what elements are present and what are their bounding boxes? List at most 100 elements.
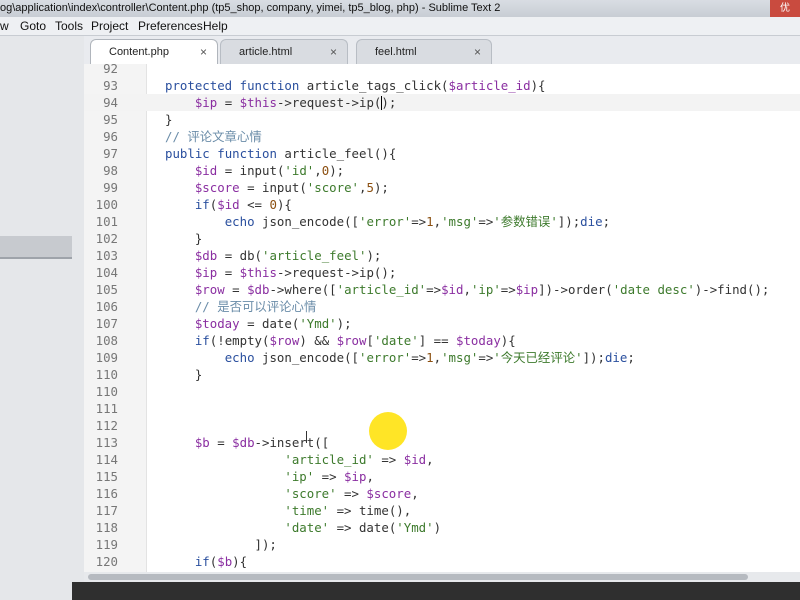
tab-label: article.html (239, 46, 293, 58)
code-text: 'ip' => $ip, (284, 469, 374, 484)
tab-bar: Content.php × article.html × feel.html × (84, 36, 800, 65)
code-text: 'score' => $score, (284, 486, 419, 501)
code-line[interactable]: 107 $today = date('Ymd'); (84, 315, 800, 332)
text-caret (381, 96, 382, 110)
code-line[interactable]: 116 'score' => $score, (84, 485, 800, 502)
code-line[interactable]: 120 if($b){ (84, 553, 800, 570)
line-number: 94 (103, 95, 118, 110)
menu-goto[interactable]: Goto (20, 17, 46, 35)
code-line[interactable]: 115 'ip' => $ip, (84, 468, 800, 485)
sidebar-panel (0, 36, 73, 600)
line-number: 104 (95, 265, 118, 280)
code-line[interactable]: 106 // 是否可以评论心情 (84, 298, 800, 315)
code-editor[interactable]: 92 93 protected function article_tags_clic… (84, 64, 800, 572)
code-line[interactable]: 99 $score = input('score',5); (84, 179, 800, 196)
menu-project[interactable]: Project (91, 17, 128, 35)
code-line[interactable]: 113 $b = $db->insert([ (84, 434, 800, 451)
line-number: 105 (95, 282, 118, 297)
line-number: 112 (95, 418, 118, 433)
close-icon[interactable]: × (330, 40, 337, 64)
code-text: 'date' => date('Ymd') (284, 520, 442, 535)
code-line[interactable]: 119 ]); (84, 536, 800, 553)
code-text: $db = db('article_feel'); (194, 248, 382, 263)
horizontal-scrollbar[interactable] (84, 572, 800, 582)
code-text: // 是否可以评论心情 (165, 299, 317, 314)
code-text: echo json_encode(['error'=>1,'msg'=>'参数错… (224, 214, 611, 229)
code-line[interactable]: 98 $id = input('id',0); (84, 162, 800, 179)
title-bar: og\application\index\controller\Content.… (0, 0, 800, 18)
code-line[interactable]: 109 echo json_encode(['error'=>1,'msg'=>… (84, 349, 800, 366)
close-icon[interactable]: × (474, 40, 481, 64)
code-line[interactable]: 118 'date' => date('Ymd') (84, 519, 800, 536)
line-number: 115 (95, 469, 118, 484)
code-text: $score = input('score',5); (194, 180, 389, 195)
code-text: $row = $db->where(['article_id'=>$id,'ip… (194, 282, 770, 297)
code-text: $ip = $this->request->ip(); (194, 95, 397, 110)
code-text: if($id <= 0){ (194, 197, 292, 212)
code-line[interactable]: 101 echo json_encode(['error'=>1,'msg'=>… (84, 213, 800, 230)
tab-label: feel.html (375, 46, 417, 58)
code-line[interactable]: 108 if(!empty($row) && $row['date'] == $… (84, 332, 800, 349)
status-bar (72, 582, 800, 600)
code-text: $ip = $this->request->ip(); (194, 265, 397, 280)
line-number: 95 (103, 112, 118, 127)
code-text: } (165, 231, 203, 246)
code-text: $today = date('Ymd'); (194, 316, 352, 331)
line-number: 116 (95, 486, 118, 501)
code-text: protected function article_tags_click($a… (165, 78, 546, 93)
code-line[interactable]: 97 public function article_feel(){ (84, 145, 800, 162)
tab-content-php[interactable]: Content.php × (90, 39, 218, 65)
line-number: 101 (95, 214, 118, 229)
line-number: 93 (103, 78, 118, 93)
sidebar-selection (0, 236, 72, 258)
line-number: 100 (95, 197, 118, 212)
line-number: 96 (103, 129, 118, 144)
tab-article-html[interactable]: article.html × (220, 39, 348, 64)
line-number: 99 (103, 180, 118, 195)
line-number: 114 (95, 452, 118, 467)
code-line[interactable]: 111 (84, 400, 800, 417)
code-line[interactable]: 96 // 评论文章心情 (84, 128, 800, 145)
code-text: if($b){ (194, 554, 248, 569)
window-title: og\application\index\controller\Content.… (0, 2, 501, 14)
line-number: 102 (95, 231, 118, 246)
code-line[interactable]: 93 protected function article_tags_click(… (84, 77, 800, 94)
code-text: $id = input('id',0); (194, 163, 345, 178)
close-icon[interactable]: × (200, 40, 207, 64)
code-line[interactable]: 104 $ip = $this->request->ip(); (84, 264, 800, 281)
code-text: // 评论文章心情 (165, 129, 262, 144)
code-line[interactable]: 112 (84, 417, 800, 434)
code-line[interactable]: 105 $row = $db->where(['article_id'=>$id… (84, 281, 800, 298)
code-line[interactable]: 103 $db = db('article_feel'); (84, 247, 800, 264)
code-line[interactable]: 94 $ip = $this->request->ip(); (84, 94, 800, 111)
code-line[interactable]: 110 } (84, 366, 800, 383)
ibeam-cursor (306, 431, 307, 443)
code-line[interactable]: 102 } (84, 230, 800, 247)
line-number: 108 (95, 333, 118, 348)
tab-label: Content.php (109, 46, 169, 58)
line-number: 119 (95, 537, 118, 552)
line-number: 110 (95, 367, 118, 382)
code-text: ]); (165, 537, 277, 552)
code-text: if(!empty($row) && $row['date'] == $toda… (194, 333, 516, 348)
corner-badge: 优 (770, 0, 800, 17)
code-line[interactable]: 100 if($id <= 0){ (84, 196, 800, 213)
menu-view[interactable]: w (0, 17, 9, 35)
line-number: 98 (103, 163, 118, 178)
line-number: 113 (95, 435, 118, 450)
menu-preferences[interactable]: Preferences (138, 17, 203, 35)
menu-tools[interactable]: Tools (55, 17, 83, 35)
menu-help[interactable]: Help (203, 17, 228, 35)
code-text: 'article_id' => $id, (284, 452, 434, 467)
line-number: 118 (95, 520, 118, 535)
code-line[interactable]: 110 (84, 383, 800, 400)
line-number: 107 (95, 316, 118, 331)
tab-feel-html[interactable]: feel.html × (356, 39, 492, 64)
code-line[interactable]: 117 'time' => time(), (84, 502, 800, 519)
code-line[interactable]: 114 'article_id' => $id, (84, 451, 800, 468)
line-number: 110 (95, 384, 118, 399)
code-line[interactable]: 95} (84, 111, 800, 128)
code-line[interactable]: 92 (84, 64, 800, 77)
scrollbar-thumb[interactable] (88, 574, 748, 580)
line-number: 109 (95, 350, 118, 365)
